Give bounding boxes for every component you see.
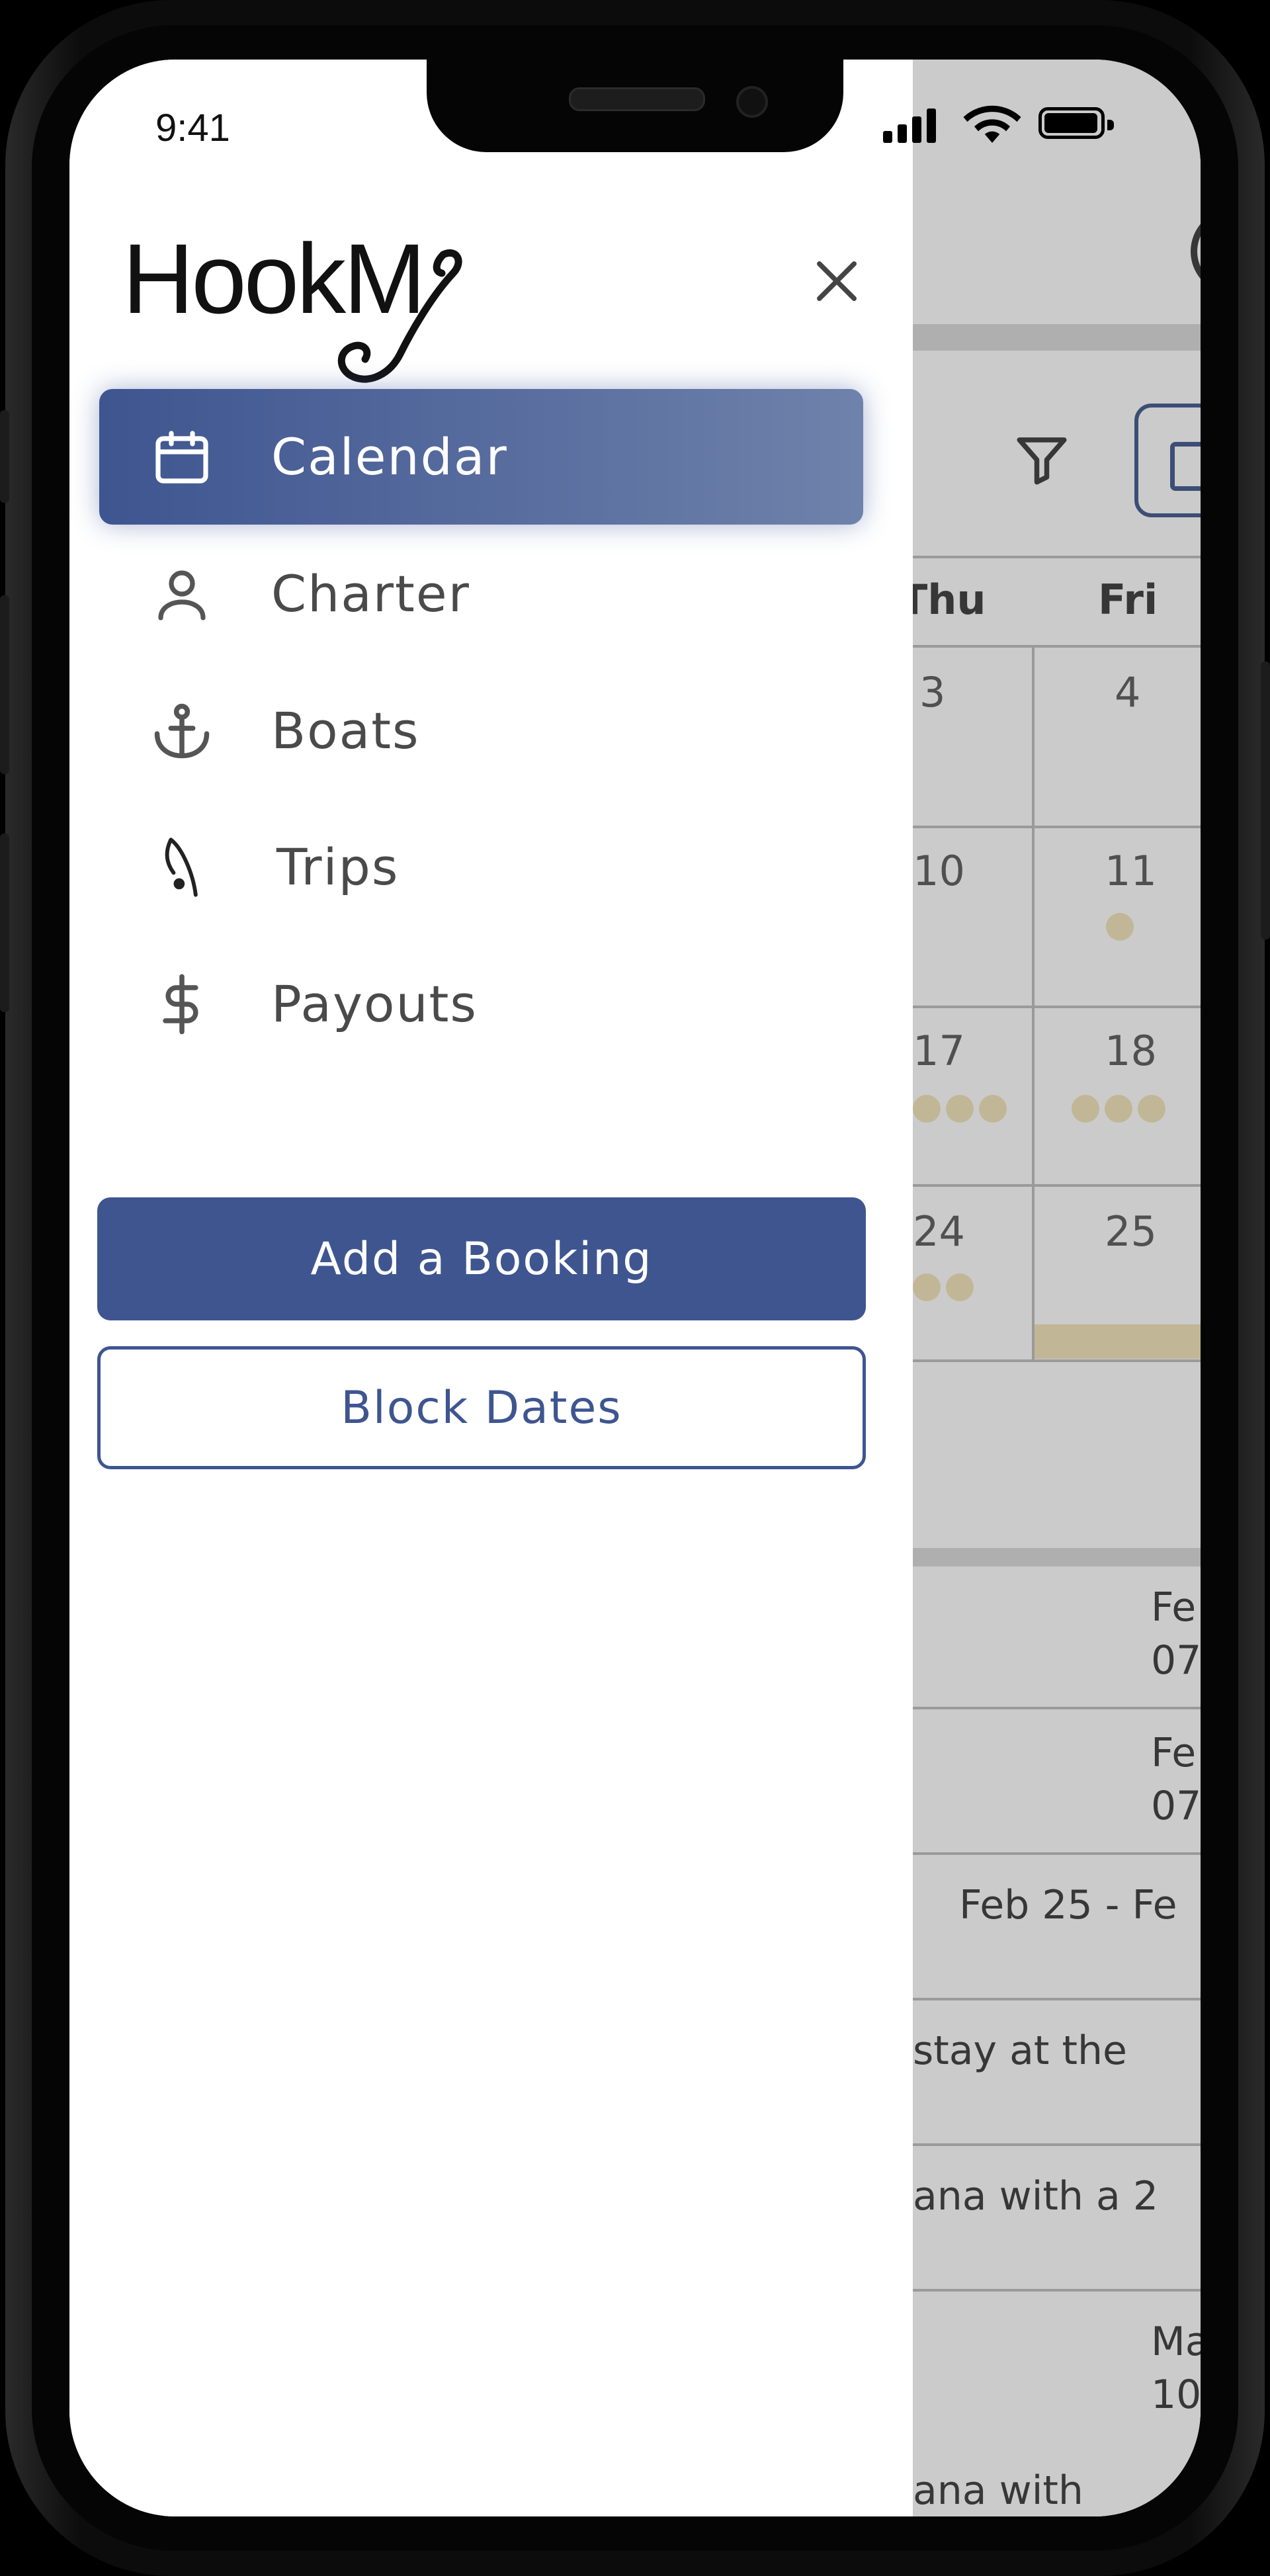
dim-overlay[interactable] bbox=[913, 60, 1201, 2516]
fish-hook-icon bbox=[337, 249, 462, 383]
person-icon bbox=[146, 558, 218, 630]
nav-item-trips[interactable]: Trips bbox=[99, 799, 863, 935]
volume-down-button bbox=[0, 834, 9, 1012]
screen: Thu Fri 3 4 10 11 17 18 24 25 Fe 07 Fe 0… bbox=[69, 60, 1201, 2516]
logo: HookM bbox=[122, 222, 462, 383]
nav-item-charter[interactable]: Charter bbox=[99, 526, 863, 662]
calendar-icon bbox=[146, 421, 218, 494]
power-button bbox=[1261, 662, 1270, 939]
nav-label: Boats bbox=[271, 701, 420, 760]
fishing-rod-icon bbox=[146, 831, 218, 904]
dollar-icon bbox=[146, 968, 218, 1041]
nav-item-payouts[interactable]: Payouts bbox=[99, 936, 863, 1072]
anchor-icon bbox=[146, 695, 218, 767]
close-icon[interactable] bbox=[807, 251, 867, 311]
volume-up-button bbox=[0, 595, 9, 774]
nav-label: Charter bbox=[271, 564, 470, 623]
speaker bbox=[569, 87, 705, 111]
add-booking-button[interactable]: Add a Booking bbox=[97, 1197, 866, 1320]
status-time: 9:41 bbox=[155, 107, 230, 150]
nav-item-boats[interactable]: Boats bbox=[99, 663, 863, 798]
front-camera bbox=[736, 86, 768, 118]
status-icons bbox=[883, 103, 1148, 143]
block-dates-button[interactable]: Block Dates bbox=[97, 1346, 866, 1469]
nav-item-calendar[interactable]: Calendar bbox=[99, 389, 863, 525]
navigation-drawer: HookM Calendar Charter Boats Trips Payou… bbox=[69, 60, 913, 2516]
wifi-icon bbox=[963, 105, 1021, 143]
battery-icon bbox=[1038, 107, 1114, 139]
nav-label: Payouts bbox=[271, 974, 478, 1033]
nav-label: Trips bbox=[276, 837, 400, 896]
nav-label: Calendar bbox=[271, 427, 508, 486]
side-button bbox=[0, 410, 9, 503]
